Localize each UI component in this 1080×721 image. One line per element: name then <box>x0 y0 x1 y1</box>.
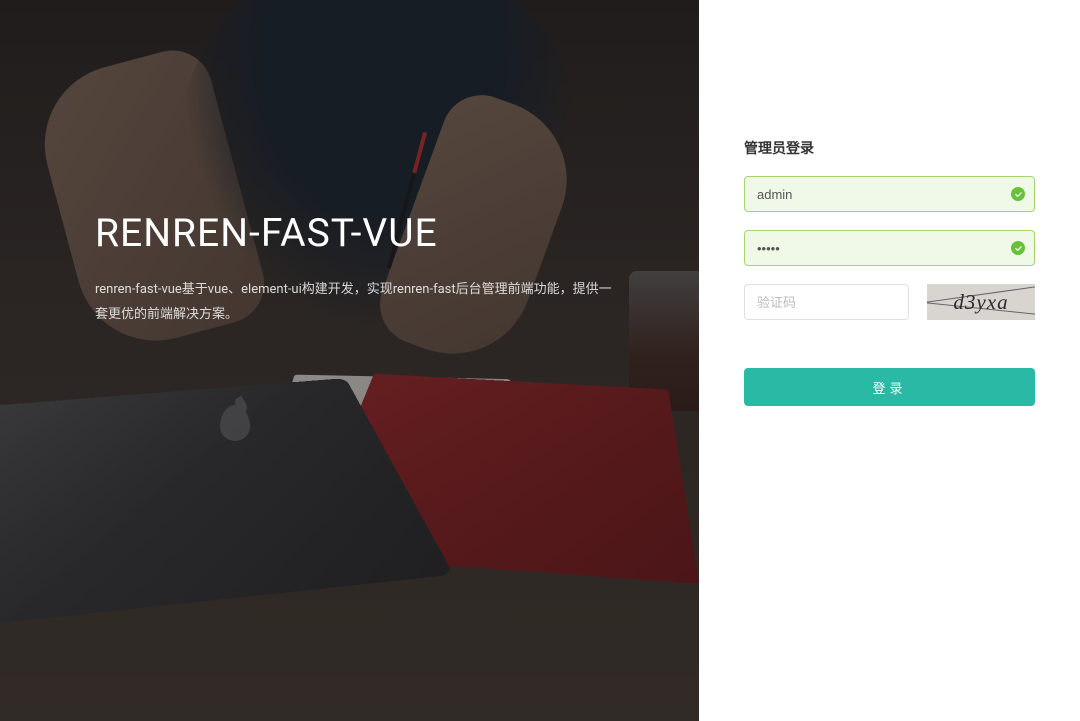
password-input[interactable] <box>744 230 1035 266</box>
captcha-text: d3yxa <box>953 290 1008 315</box>
password-group <box>744 230 1035 266</box>
username-group <box>744 176 1035 212</box>
login-page: RENREN-FAST-VUE renren-fast-vue基于vue、ele… <box>0 0 1080 721</box>
captcha-image[interactable]: d3yxa <box>927 284 1035 320</box>
captcha-input[interactable] <box>744 284 909 320</box>
check-circle-icon <box>1011 241 1025 255</box>
brand-description: renren-fast-vue基于vue、element-ui构建开发，实现re… <box>95 278 615 327</box>
captcha-row: d3yxa <box>744 284 1035 320</box>
login-button[interactable]: 登录 <box>744 368 1035 406</box>
username-input[interactable] <box>744 176 1035 212</box>
hero-overlay <box>0 0 699 721</box>
login-title: 管理员登录 <box>744 138 1035 158</box>
login-form-panel: 管理员登录 d3yxa 登录 <box>699 0 1080 721</box>
hero-panel: RENREN-FAST-VUE renren-fast-vue基于vue、ele… <box>0 0 699 721</box>
brand-title: RENREN-FAST-VUE <box>95 210 639 256</box>
check-circle-icon <box>1011 187 1025 201</box>
